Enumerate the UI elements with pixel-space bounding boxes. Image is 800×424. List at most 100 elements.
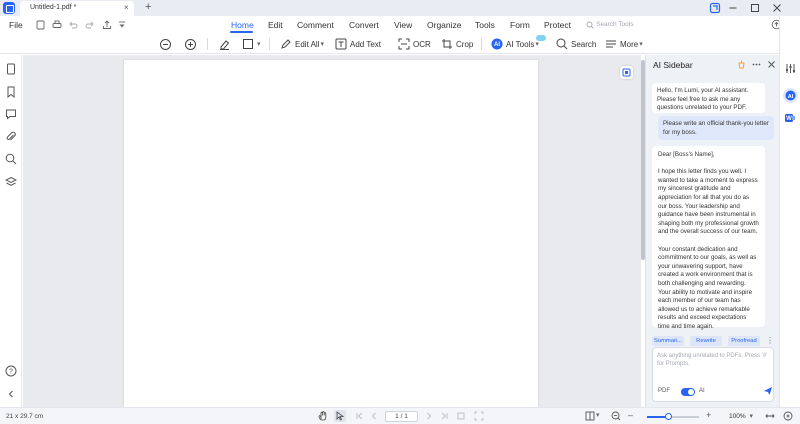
edit-all-button[interactable]: Edit All ▾ [280, 36, 324, 52]
send-icon[interactable] [763, 386, 773, 396]
highlight-button[interactable] [218, 36, 231, 52]
edit-all-dropdown-icon[interactable]: ▾ [320, 40, 324, 48]
fit-page-icon[interactable] [474, 411, 484, 421]
print-icon[interactable] [52, 20, 62, 30]
user-message: Please write an official thank-you lette… [658, 116, 774, 140]
last-page-icon[interactable] [440, 411, 450, 421]
page-layout-dropdown-icon[interactable]: ▾ [596, 411, 600, 419]
maximize-icon[interactable] [749, 2, 761, 14]
first-page-icon[interactable] [354, 411, 364, 421]
summarize-button[interactable]: Summari... [652, 336, 684, 346]
add-text-button[interactable]: Add Text [335, 36, 381, 52]
next-page-icon[interactable] [424, 411, 434, 421]
crop-button[interactable]: Crop [441, 36, 473, 52]
svg-text:AI: AI [788, 94, 794, 100]
zoom-plus-icon[interactable]: + [706, 410, 711, 420]
screen-translate-icon[interactable] [620, 66, 633, 79]
ai-tools-icon: AI [491, 38, 503, 50]
menu-organize[interactable]: Organize [427, 20, 462, 30]
document-canvas[interactable] [23, 55, 641, 407]
proofread-button[interactable]: Proofread [728, 336, 760, 346]
more-label: More [620, 39, 639, 49]
zoom-slider-handle[interactable] [665, 413, 672, 420]
menu-home[interactable]: Home [231, 20, 254, 30]
fit-width-icon[interactable] [765, 411, 775, 421]
pdf-page[interactable] [124, 60, 538, 407]
page-size-label: 21 x 29.7 cm [6, 413, 44, 420]
file-menu[interactable]: File [9, 20, 23, 30]
layers-icon[interactable] [5, 176, 17, 188]
more-dropdown-icon[interactable]: ▾ [639, 40, 643, 48]
zoom-in-button[interactable] [184, 36, 197, 52]
rewrite-button[interactable]: Rewrite [690, 336, 722, 346]
menu-view[interactable]: View [394, 20, 412, 30]
ai-tools-dropdown-icon[interactable]: ▾ [535, 40, 539, 48]
more-actions-icon[interactable]: ⋮ [766, 336, 774, 345]
pdf-mode-label: PDF [658, 388, 670, 394]
ai-tools-button[interactable]: AI AI Tools ▾ [491, 36, 539, 52]
word-convert-icon[interactable]: W [784, 112, 796, 124]
shape-button[interactable]: ▾ [242, 36, 261, 52]
more-menu-icon [606, 40, 616, 48]
zoom-out-small-icon[interactable] [611, 411, 621, 421]
hand-tool-icon[interactable] [318, 411, 328, 421]
page-number-field[interactable]: 1 / 1 [385, 411, 418, 422]
menu-edit[interactable]: Edit [268, 20, 283, 30]
ai-icon: AI [785, 90, 796, 101]
collapse-panel-icon[interactable] [5, 388, 17, 400]
comment-icon[interactable] [5, 108, 17, 120]
search-panel-icon[interactable] [5, 153, 17, 165]
properties-sliders-icon[interactable] [785, 63, 796, 74]
add-text-label: Add Text [350, 39, 381, 49]
assistant-letter-message: Dear [Boss's Name], I hope this letter f… [652, 146, 765, 330]
select-tool-icon[interactable] [334, 410, 346, 422]
share-icon[interactable] [102, 20, 112, 30]
zoom-slider[interactable] [647, 413, 699, 420]
zoom-minus-icon[interactable]: – [628, 410, 633, 420]
previous-page-icon[interactable] [369, 411, 379, 421]
page-layout-icon[interactable] [585, 411, 595, 421]
minimize-icon[interactable] [727, 2, 739, 14]
search-tools-placeholder: Search Tools [596, 21, 634, 28]
help-icon[interactable]: ? [5, 365, 17, 377]
search-button[interactable]: Search [556, 36, 596, 52]
ai-prompt-input[interactable]: Ask anything unrelated to PDFs. Press '#… [652, 347, 774, 402]
close-window-icon[interactable] [771, 2, 783, 14]
rotate-page-icon[interactable] [456, 411, 466, 421]
wondershare-app-icon[interactable] [709, 2, 721, 14]
bookmark-icon[interactable] [5, 86, 17, 98]
ai-sidebar: AI Sidebar Hello, I'm Lumi, your AI assi… [645, 55, 779, 407]
fullscreen-icon[interactable] [783, 411, 793, 421]
zoom-level-field[interactable]: 100% ▾ [723, 411, 756, 422]
search-tools-field[interactable]: Search Tools [585, 19, 645, 31]
redo-icon[interactable] [85, 20, 95, 30]
document-tab[interactable]: Untitled-1.pdf * × [20, 1, 134, 16]
zoom-out-button[interactable] [159, 36, 172, 52]
menu-comment[interactable]: Comment [297, 20, 334, 30]
active-tab-indicator [230, 31, 253, 33]
menu-bar: File Home Edit Comment Convert View Orga… [0, 16, 800, 34]
menu-tools[interactable]: Tools [475, 20, 495, 30]
thumbnails-icon[interactable] [5, 63, 17, 75]
more-button[interactable]: More ▾ [605, 36, 643, 52]
new-document-icon[interactable] [36, 20, 45, 30]
ocr-button[interactable]: OCR [398, 36, 431, 52]
pdf-ai-mode-toggle[interactable] [681, 388, 695, 396]
quick-access-dropdown-icon[interactable] [118, 20, 126, 30]
undo-icon[interactable] [68, 20, 78, 30]
menu-form[interactable]: Form [510, 20, 530, 30]
close-tab-icon[interactable]: × [124, 3, 129, 12]
attachment-icon[interactable] [5, 131, 17, 143]
ai-sidebar-toggle[interactable]: AI [783, 88, 798, 103]
menu-convert[interactable]: Convert [349, 20, 379, 30]
menu-protect[interactable]: Protect [544, 20, 571, 30]
add-text-icon [335, 38, 347, 50]
clear-chat-broom-icon[interactable] [737, 60, 746, 69]
close-sidebar-icon[interactable] [767, 60, 776, 69]
ai-sidebar-title: AI Sidebar [653, 60, 693, 70]
new-tab-button[interactable]: + [145, 1, 151, 13]
search-icon [556, 38, 568, 50]
more-options-icon[interactable] [752, 60, 761, 69]
zoom-dropdown-icon[interactable]: ▾ [749, 413, 753, 420]
shape-dropdown-icon[interactable]: ▾ [257, 40, 261, 48]
